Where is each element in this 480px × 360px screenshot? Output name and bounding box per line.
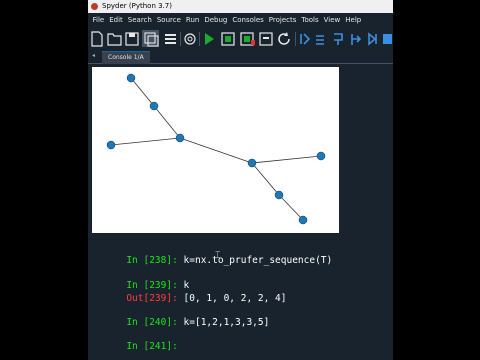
out-prompt: Out[239]: [126,293,184,304]
in-prompt: In [240]: [126,317,184,328]
code-text: k=[1,2,1,3,3,5] [183,317,270,328]
menu-file[interactable]: File [90,13,107,28]
continue-icon[interactable] [368,32,377,46]
ipython-console[interactable]: In [238]: k=nx.to_prufer_sequence(T) ⌶ I… [88,64,393,360]
step-icon[interactable] [316,35,324,45]
text-cursor-icon: ⌶ [215,251,221,261]
menu-consoles[interactable]: Consoles [230,13,266,28]
menu-view[interactable]: View [321,13,343,28]
in-prompt: In [241]: [126,341,184,352]
edge [179,137,253,164]
edge [130,77,155,107]
at-icon[interactable] [184,33,196,45]
save-all-icon[interactable] [142,30,159,47]
title-bar: Spyder (Python 3.7) [88,0,393,13]
console-line: In [241]: [92,330,184,360]
new-file-icon[interactable] [91,31,103,47]
main-toolbar [88,28,393,50]
menu-source[interactable]: Source [154,13,183,28]
graph-node [149,101,159,111]
edge [278,194,304,221]
edge [251,155,322,164]
graph-node [106,140,116,150]
console-tab-bar: ◂ Console 1/A [88,50,393,64]
menu-projects[interactable]: Projects [266,13,299,28]
spyder-logo-icon [91,3,98,10]
step-into-icon[interactable] [334,33,343,45]
run-icon[interactable] [205,33,214,45]
edge [110,137,181,146]
menu-tools[interactable]: Tools [299,13,321,28]
menu-bar: File Edit Search Source Run Debug Consol… [88,13,393,28]
menu-search[interactable]: Search [125,13,154,28]
tab-scroll-left-icon[interactable]: ◂ [92,53,98,59]
list-icon[interactable] [165,34,176,44]
tab-console-1a[interactable]: Console 1/A [102,51,150,64]
spyder-window: Spyder (Python 3.7) File Edit Search Sou… [88,0,393,360]
edge [251,162,280,196]
window-title: Spyder (Python 3.7) [102,2,172,10]
open-file-icon[interactable] [107,33,122,46]
graph-node [274,190,284,200]
menu-edit[interactable]: Edit [107,13,126,28]
graph-node [247,158,257,168]
menu-run[interactable]: Run [183,13,201,28]
menu-help[interactable]: Help [343,13,364,28]
step-return-icon[interactable] [351,34,362,45]
edge [153,105,181,139]
tree-graph [106,73,326,225]
code-text: k=nx.to_prufer_sequence(T) [183,255,333,266]
run-cell-advance-icon[interactable] [240,32,255,46]
output-text: [0, 1, 0, 2, 2, 4] [183,293,287,304]
in-prompt: In [238]: [126,255,184,266]
rerun-icon[interactable] [278,32,290,45]
graph-node [298,215,308,225]
graph-node [175,133,185,143]
save-icon[interactable] [125,32,139,46]
graph-node [316,151,326,161]
menu-debug[interactable]: Debug [202,13,230,28]
run-cell-icon[interactable] [221,32,235,46]
graph-node [126,73,136,83]
debug-icon[interactable] [300,33,311,45]
graph-plot [92,67,339,233]
run-selection-icon[interactable] [259,32,273,46]
stop-debug-icon[interactable] [383,34,392,44]
